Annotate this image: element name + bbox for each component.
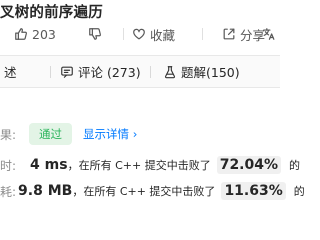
runtime-suffix: 的 (289, 159, 301, 172)
problem-title: 叉树的前序遍历 (0, 5, 103, 21)
problem-actions: 203 收藏 分享 (0, 24, 280, 44)
comment-icon (61, 66, 73, 78)
tab-divider (150, 66, 151, 78)
tab-comments-label: 评论 (273) (78, 65, 141, 80)
runtime-row: 时: 4 ms ，在所有 C++ 提交中击败了 72.04% 的 (0, 154, 300, 176)
tab-solutions[interactable]: 题解(150) (163, 56, 240, 87)
memory-value: 9.8 MB (18, 183, 73, 199)
runtime-text: ，在所有 C++ 提交中击败了 (67, 159, 211, 172)
memory-row: 耗: 9.8 MB ，在所有 C++ 提交中击败了 11.63% 的 (0, 180, 305, 202)
thumbs-down-icon (89, 28, 101, 40)
actions-divider (123, 28, 124, 40)
memory-suffix: 的 (293, 185, 305, 198)
flask-icon (164, 65, 176, 78)
problem-tabs: 述 评论 (273) 题解(150) (0, 55, 280, 88)
heart-icon (133, 28, 145, 40)
memory-label: 耗: (0, 184, 17, 199)
translate-button[interactable] (262, 24, 276, 44)
favorite-label: 收藏 (150, 27, 176, 43)
show-details-link[interactable]: 显示详情 › (83, 126, 137, 142)
memory-percent: 11.63% (221, 182, 286, 200)
like-button[interactable]: 203 (14, 24, 56, 44)
runtime-label: 时: (0, 158, 17, 173)
status-label: 果: (0, 127, 17, 142)
tab-divider (50, 66, 51, 78)
runtime-percent: 72.04% (216, 156, 282, 174)
thumbs-up-icon (15, 28, 27, 40)
tab-description[interactable]: 述 (4, 56, 17, 87)
memory-text: ，在所有 C++ 提交中击败了 (72, 185, 216, 198)
runtime-value: 4 ms (30, 157, 68, 173)
actions-divider (202, 28, 203, 40)
status-badge: 通过 (29, 123, 73, 145)
dislike-button[interactable] (88, 24, 102, 44)
share-button[interactable]: 分享 (222, 24, 265, 44)
tab-description-label: 述 (4, 65, 17, 80)
tab-comments[interactable]: 评论 (273) (60, 56, 141, 87)
favorite-button[interactable]: 收藏 (132, 24, 175, 44)
translate-icon (263, 28, 275, 40)
like-count: 203 (32, 26, 56, 42)
tab-solutions-label: 题解(150) (181, 65, 240, 80)
share-icon (223, 28, 235, 40)
result-status-row: 果: 通过 显示详情 › (0, 123, 280, 145)
